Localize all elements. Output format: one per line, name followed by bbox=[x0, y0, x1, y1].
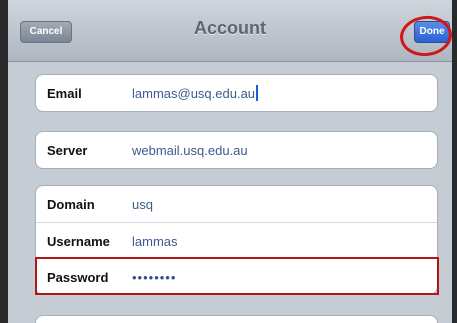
device-frame-left bbox=[0, 0, 8, 323]
account-form: Email lammas@usq.edu.au Server webmail.u… bbox=[8, 62, 452, 323]
password-label: Password bbox=[47, 270, 109, 285]
domain-row[interactable]: Domain usq bbox=[36, 186, 437, 222]
credentials-group: Domain usq Username lammas Password ••••… bbox=[35, 185, 438, 295]
password-field[interactable]: •••••••• bbox=[132, 270, 176, 285]
email-value: lammas@usq.edu.au bbox=[132, 86, 256, 101]
server-field[interactable]: webmail.usq.edu.au bbox=[132, 143, 248, 158]
done-button[interactable]: Done bbox=[414, 21, 450, 43]
domain-label: Domain bbox=[47, 197, 95, 212]
username-field[interactable]: lammas bbox=[132, 234, 178, 249]
password-row[interactable]: Password •••••••• bbox=[36, 258, 437, 294]
email-row[interactable]: Email lammas@usq.edu.au bbox=[36, 75, 437, 111]
navigation-bar: Cancel Account Done bbox=[8, 0, 454, 62]
server-label: Server bbox=[47, 143, 88, 158]
next-group bbox=[35, 315, 438, 323]
domain-field[interactable]: usq bbox=[132, 197, 153, 212]
username-label: Username bbox=[47, 234, 110, 249]
email-group: Email lammas@usq.edu.au bbox=[35, 74, 438, 112]
server-row[interactable]: Server webmail.usq.edu.au bbox=[36, 132, 437, 168]
email-label: Email bbox=[47, 86, 82, 101]
device-frame-right bbox=[452, 0, 457, 323]
text-cursor bbox=[256, 85, 259, 102]
server-group: Server webmail.usq.edu.au bbox=[35, 131, 438, 169]
username-row[interactable]: Username lammas bbox=[36, 222, 437, 258]
email-field[interactable]: lammas@usq.edu.au bbox=[132, 85, 259, 102]
page-title: Account bbox=[194, 18, 266, 38]
